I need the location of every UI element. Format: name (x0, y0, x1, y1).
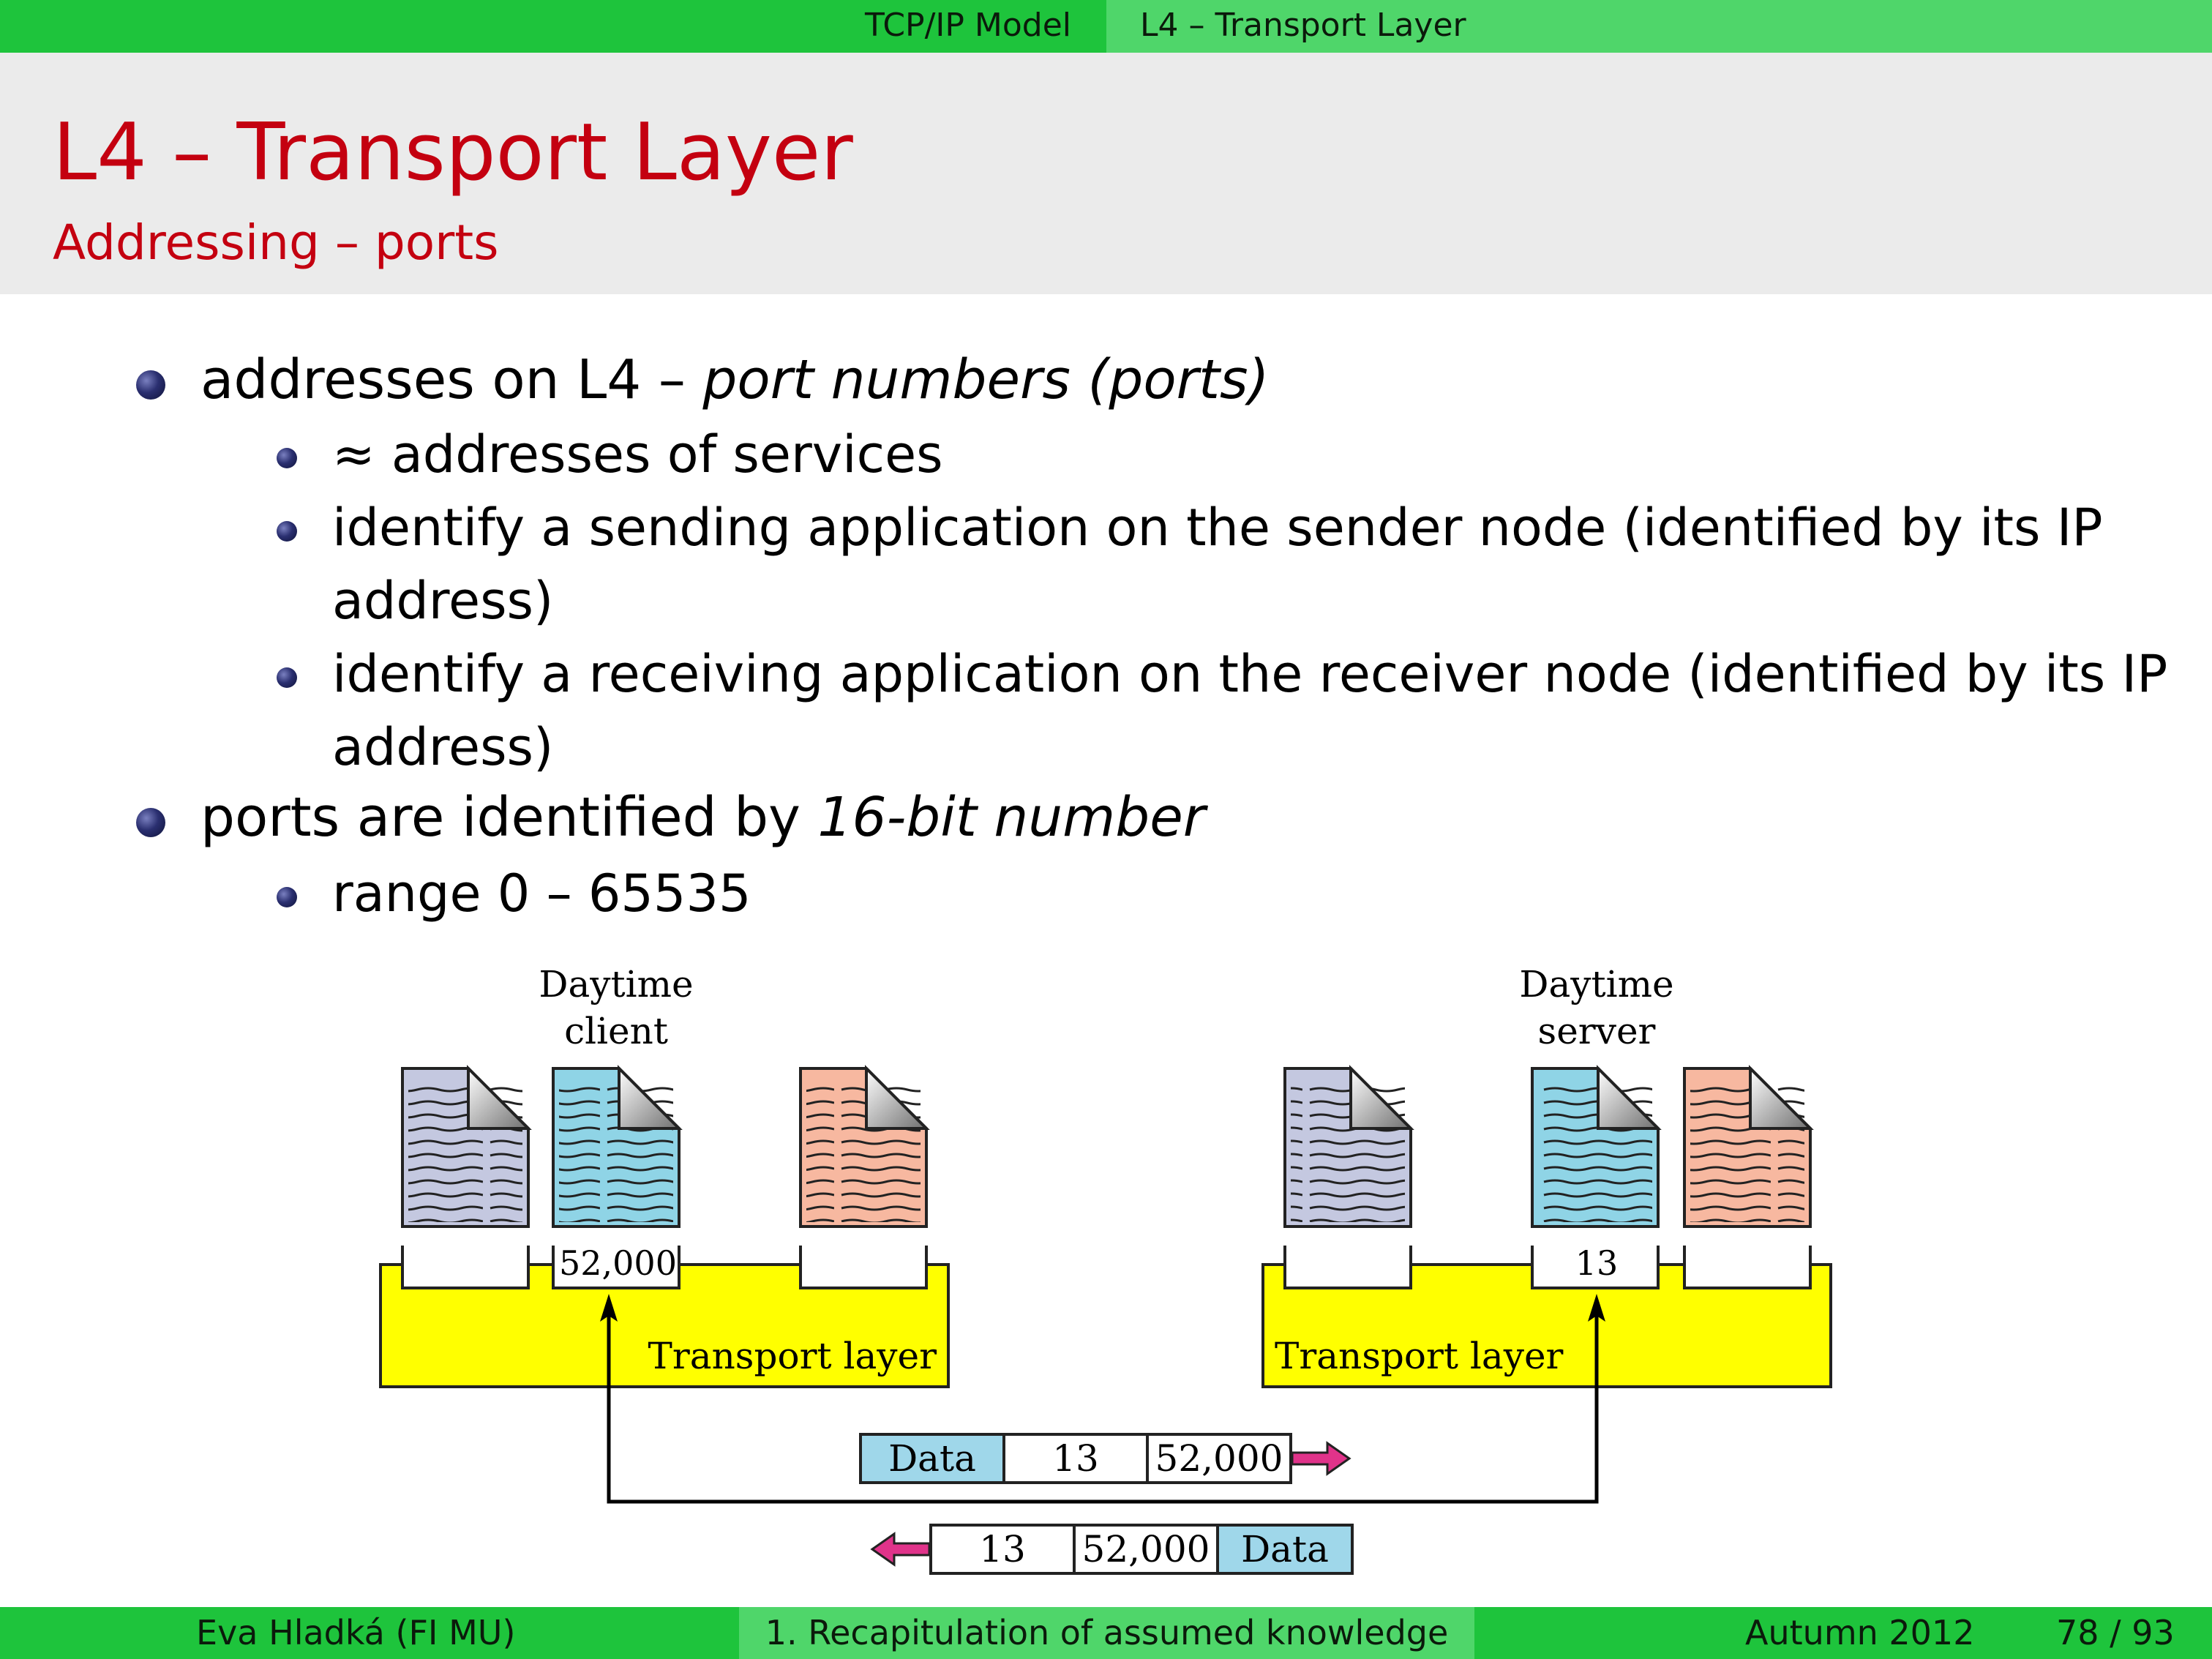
bullet-2: ports are identified by 16-bit number (200, 790, 1205, 845)
sub-bullet-icon (277, 667, 297, 688)
nav-section[interactable]: TCP/IP Model (0, 0, 1106, 53)
bullet-1-sub-3-line-2: address) (332, 717, 554, 777)
diagram-svg: Daytime client Daytime server 52,000 Tra… (379, 963, 1832, 1575)
response-src-port-cell: 52,000 (1082, 1528, 1210, 1570)
server-side-documents (1283, 1065, 1814, 1228)
client-transport-layer: 52,000 Transport layer (379, 1243, 950, 1388)
document-icon (1531, 1065, 1662, 1228)
nav-subsection[interactable]: L4 – Transport Layer (1106, 0, 2212, 53)
bullet-2-text: ports are identified by (200, 786, 818, 849)
server-port-number: 13 (1575, 1243, 1619, 1283)
bullet-1-sub-1: ≈ addresses of services (332, 424, 943, 484)
right-arrow-icon (1291, 1441, 1351, 1476)
document-icon (552, 1065, 683, 1228)
footer-lecture-section: 1. Recapitulation of assumed knowledge (739, 1607, 1474, 1659)
client-side-documents (401, 1065, 930, 1228)
client-port-number: 52,000 (559, 1243, 677, 1283)
server-label-line-2: server (1538, 1010, 1656, 1052)
server-transport-layer: 13 Transport layer (1261, 1243, 1832, 1388)
request-packet: Data 13 52,000 (859, 1433, 1351, 1484)
server-layer-label: Transport layer (1275, 1335, 1564, 1377)
sub-bullet-icon (277, 448, 297, 468)
nav-subsection-label: L4 – Transport Layer (1140, 7, 1466, 44)
client-layer-label: Transport layer (648, 1335, 937, 1377)
footer-lecture: 1. Recapitulation of assumed knowledge (765, 1613, 1449, 1652)
server-label-line-1: Daytime (1519, 963, 1673, 1005)
document-icon (1283, 1065, 1414, 1228)
left-arrow-icon (870, 1532, 931, 1567)
bullet-1-text: addresses on L4 – (200, 348, 703, 411)
title-block: L4 – Transport Layer Addressing – ports (0, 53, 2212, 294)
footer-date: Autumn 2012 (1745, 1613, 1975, 1652)
bullet-2-emphasis: 16-bit number (817, 786, 1206, 849)
bullet-1: addresses on L4 – port numbers (ports) (200, 353, 1269, 407)
slide-subtitle: Addressing – ports (53, 214, 499, 271)
document-icon (401, 1065, 532, 1228)
slide-title: L4 – Transport Layer (53, 107, 853, 198)
port-addressing-diagram: Daytime client Daytime server 52,000 Tra… (366, 951, 1859, 1595)
response-data-cell: Data (1241, 1528, 1329, 1570)
response-packet: 13 52,000 Data (870, 1524, 1354, 1575)
request-src-port-cell: 52,000 (1155, 1437, 1283, 1480)
request-data-cell: Data (888, 1437, 976, 1480)
bullet-1-sub-2-line-1: identify a sending application on the se… (332, 498, 2103, 558)
bullet-1-sub-3-line-1: identify a receiving application on the … (332, 644, 2168, 704)
client-label-line-2: client (564, 1010, 668, 1052)
response-dest-port-cell: 13 (979, 1528, 1026, 1570)
top-navigation-bar: TCP/IP Model L4 – Transport Layer (0, 0, 2212, 53)
bullet-icon (136, 370, 165, 400)
bullet-1-sub-2-line-2: address) (332, 571, 554, 631)
client-label-line-1: Daytime (539, 963, 693, 1005)
sub-bullet-icon (277, 887, 297, 907)
request-dest-port-cell: 13 (1052, 1437, 1099, 1480)
bullet-icon (136, 808, 165, 837)
footer-author: Eva Hladká (FI MU) (196, 1613, 516, 1652)
footer-bar: Eva Hladká (FI MU) 1. Recapitulation of … (0, 1607, 2212, 1659)
document-icon (799, 1065, 930, 1228)
footer-meta-section: Autumn 2012 78 / 93 (1474, 1607, 2212, 1659)
bullet-2-sub-1: range 0 – 65535 (332, 864, 751, 924)
sub-bullet-icon (277, 521, 297, 542)
nav-section-label: TCP/IP Model (865, 7, 1071, 44)
footer-page-number: 78 / 93 (2056, 1613, 2175, 1652)
bullet-1-emphasis: port numbers (ports) (702, 348, 1270, 411)
document-icon (1683, 1065, 1814, 1228)
footer-author-section: Eva Hladká (FI MU) (0, 1607, 739, 1659)
